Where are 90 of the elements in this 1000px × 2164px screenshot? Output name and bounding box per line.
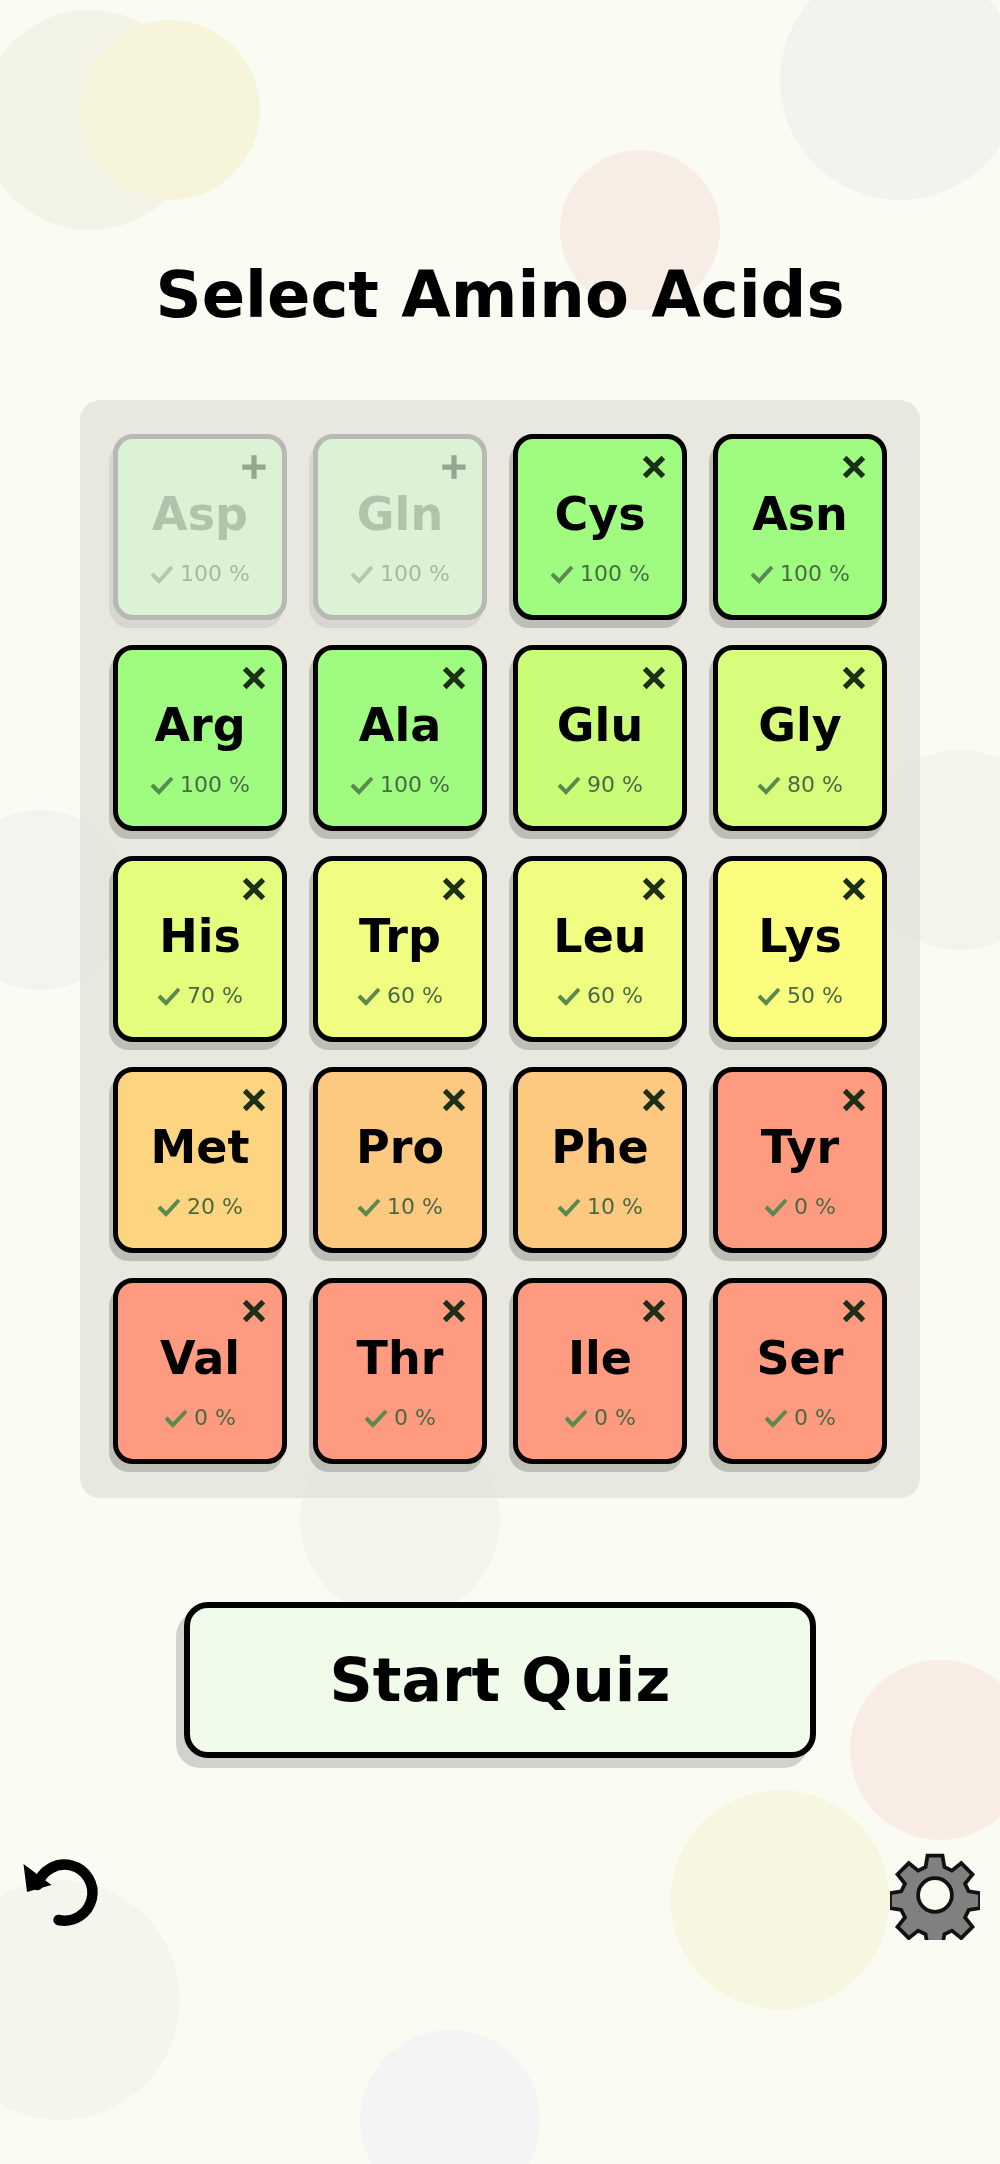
close-icon[interactable]: [240, 875, 268, 903]
close-icon[interactable]: [440, 875, 468, 903]
amino-acid-tile[interactable]: His 70 %: [113, 856, 287, 1042]
check-icon: [157, 985, 182, 1006]
score-percent: 50 %: [787, 983, 843, 1008]
tile-label: Asn: [752, 491, 848, 537]
close-icon[interactable]: [840, 664, 868, 692]
tile-label: Leu: [553, 913, 647, 959]
amino-acid-tile[interactable]: Val 0 %: [113, 1278, 287, 1464]
score-percent: 80 %: [787, 772, 843, 797]
start-quiz-button[interactable]: Start Quiz: [184, 1602, 816, 1758]
close-icon[interactable]: [840, 875, 868, 903]
amino-acid-tile[interactable]: Thr 0 %: [313, 1278, 487, 1464]
page-title: Select Amino Acids: [155, 258, 845, 334]
amino-acid-tile[interactable]: Tyr 0 %: [713, 1067, 887, 1253]
tile-label: Val: [160, 1335, 240, 1381]
amino-acid-tile[interactable]: Lys 50 %: [713, 856, 887, 1042]
score-percent: 70 %: [187, 983, 243, 1008]
score-percent: 60 %: [587, 983, 643, 1008]
close-icon[interactable]: [640, 664, 668, 692]
score-percent: 100 %: [780, 561, 850, 586]
tile-label: Thr: [356, 1335, 444, 1381]
close-icon[interactable]: [840, 453, 868, 481]
score-percent: 100 %: [180, 772, 250, 797]
check-icon: [557, 774, 582, 795]
check-icon: [350, 563, 375, 584]
close-icon[interactable]: [440, 1297, 468, 1325]
score-percent: 100 %: [380, 772, 450, 797]
amino-acid-tile[interactable]: Phe 10 %: [513, 1067, 687, 1253]
close-icon[interactable]: [440, 1086, 468, 1114]
check-icon: [764, 1407, 789, 1428]
close-icon[interactable]: [840, 1297, 868, 1325]
score-percent: 10 %: [387, 1194, 443, 1219]
check-icon: [350, 774, 375, 795]
close-icon[interactable]: [240, 1086, 268, 1114]
amino-acid-tile[interactable]: Pro 10 %: [313, 1067, 487, 1253]
score-percent: 60 %: [387, 983, 443, 1008]
tile-label: Pro: [356, 1124, 444, 1170]
close-icon[interactable]: [640, 1297, 668, 1325]
close-icon[interactable]: [640, 453, 668, 481]
check-icon: [357, 985, 382, 1006]
check-icon: [557, 985, 582, 1006]
score-percent: 90 %: [587, 772, 643, 797]
check-icon: [550, 563, 575, 584]
check-icon: [150, 774, 175, 795]
amino-acid-tile[interactable]: Ala 100 %: [313, 645, 487, 831]
score-percent: 0 %: [394, 1405, 436, 1430]
amino-acid-tile[interactable]: Ser 0 %: [713, 1278, 887, 1464]
check-icon: [357, 1196, 382, 1217]
amino-acid-tile[interactable]: Gly 80 %: [713, 645, 887, 831]
check-icon: [164, 1407, 189, 1428]
close-icon[interactable]: [640, 1086, 668, 1114]
close-icon[interactable]: [240, 664, 268, 692]
amino-acid-tile[interactable]: Trp 60 %: [313, 856, 487, 1042]
amino-acid-tile[interactable]: Ile 0 %: [513, 1278, 687, 1464]
score-percent: 100 %: [180, 561, 250, 586]
score-percent: 100 %: [380, 561, 450, 586]
close-icon[interactable]: [840, 1086, 868, 1114]
amino-acid-tile[interactable]: Met 20 %: [113, 1067, 287, 1253]
score-percent: 20 %: [187, 1194, 243, 1219]
close-icon[interactable]: [640, 875, 668, 903]
score-percent: 10 %: [587, 1194, 643, 1219]
tile-label: Ile: [567, 1335, 633, 1381]
check-icon: [157, 1196, 182, 1217]
tile-label: Met: [150, 1124, 250, 1170]
check-icon: [757, 774, 782, 795]
check-icon: [150, 563, 175, 584]
amino-acid-tile[interactable]: Arg 100 %: [113, 645, 287, 831]
check-icon: [757, 985, 782, 1006]
amino-acid-tile[interactable]: Leu 60 %: [513, 856, 687, 1042]
close-icon[interactable]: [440, 664, 468, 692]
tile-label: Glu: [556, 702, 644, 748]
amino-acid-tile[interactable]: Cys 100 %: [513, 434, 687, 620]
score-percent: 0 %: [794, 1194, 836, 1219]
amino-acid-tile[interactable]: Glu 90 %: [513, 645, 687, 831]
score-percent: 0 %: [594, 1405, 636, 1430]
tile-label: Ala: [358, 702, 442, 748]
check-icon: [564, 1407, 589, 1428]
score-percent: 0 %: [194, 1405, 236, 1430]
tile-label: His: [159, 913, 241, 959]
check-icon: [557, 1196, 582, 1217]
check-icon: [764, 1196, 789, 1217]
close-icon[interactable]: [240, 1297, 268, 1325]
check-icon: [364, 1407, 389, 1428]
tile-label: Ser: [756, 1335, 844, 1381]
tile-label: Phe: [551, 1124, 649, 1170]
score-percent: 100 %: [580, 561, 650, 586]
score-percent: 0 %: [794, 1405, 836, 1430]
amino-acid-tile[interactable]: Asn 100 %: [713, 434, 887, 620]
check-icon: [750, 563, 775, 584]
